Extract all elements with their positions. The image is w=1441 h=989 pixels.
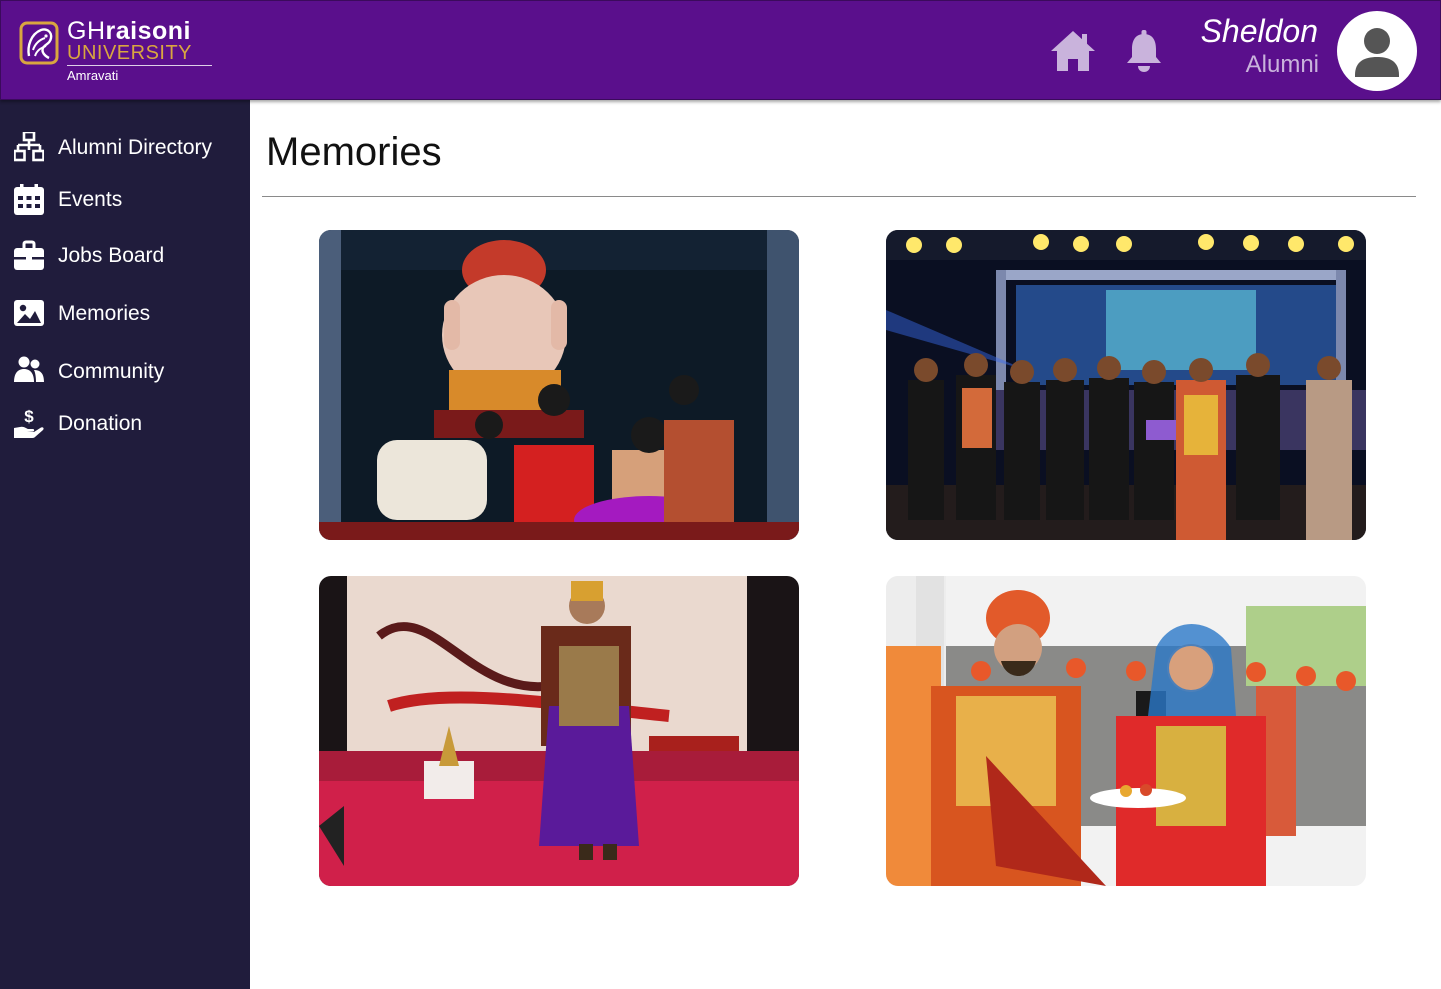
sitemap-icon bbox=[14, 132, 44, 162]
sidebar-item-alumni-directory[interactable]: Alumni Directory bbox=[0, 128, 250, 168]
user-role: Alumni bbox=[1245, 51, 1319, 78]
logo-university-text: UNIVERSITY bbox=[67, 42, 193, 64]
bell-icon[interactable] bbox=[1125, 29, 1163, 73]
image-icon bbox=[14, 300, 44, 326]
sidebar-item-label: Alumni Directory bbox=[58, 136, 213, 159]
title-divider bbox=[262, 196, 1416, 197]
memory-photo-image bbox=[886, 576, 1366, 886]
svg-text:$: $ bbox=[24, 408, 34, 426]
memory-photo-image bbox=[319, 230, 799, 540]
calendar-icon bbox=[14, 184, 44, 215]
memory-photo-image bbox=[319, 576, 799, 886]
sidebar-item-community[interactable]: Community bbox=[0, 352, 250, 392]
person-silhouette-icon bbox=[1355, 28, 1399, 77]
memory-photo[interactable] bbox=[319, 230, 799, 540]
sidebar-item-label: Community bbox=[58, 360, 165, 383]
users-icon bbox=[14, 356, 44, 382]
memory-photo[interactable] bbox=[886, 576, 1366, 886]
hand-holding-dollar-icon: $ bbox=[14, 408, 44, 438]
sidebar-item-jobs-board[interactable]: Jobs Board bbox=[0, 236, 250, 276]
sidebar-item-donation[interactable]: $ Donation bbox=[0, 404, 250, 444]
briefcase-icon bbox=[14, 240, 44, 270]
logo-rule bbox=[67, 65, 212, 66]
sidebar-item-label: Memories bbox=[58, 302, 151, 325]
page-title: Memories bbox=[266, 130, 442, 174]
memory-photo[interactable] bbox=[319, 576, 799, 886]
memory-photo-image bbox=[886, 230, 1366, 540]
sidebar-item-memories[interactable]: Memories bbox=[0, 294, 250, 334]
sidebar-item-events[interactable]: Events bbox=[0, 180, 250, 220]
home-icon[interactable] bbox=[1049, 29, 1097, 73]
sidebar-nav: Alumni Directory Events Jobs Board Memor… bbox=[0, 100, 250, 989]
memory-photo[interactable] bbox=[886, 230, 1366, 540]
logo-campus-text: Amravati bbox=[67, 68, 119, 83]
user-avatar-icon[interactable] bbox=[1337, 11, 1417, 91]
university-logo[interactable]: GHraisoni UNIVERSITY Amravati bbox=[19, 17, 219, 85]
sidebar-item-label: Donation bbox=[58, 412, 143, 435]
top-header: GHraisoni UNIVERSITY Amravati Sheldon Al… bbox=[0, 0, 1441, 100]
lion-emblem-icon bbox=[19, 21, 59, 65]
sidebar-item-label: Jobs Board bbox=[58, 244, 165, 267]
sidebar-item-label: Events bbox=[58, 188, 123, 211]
user-name[interactable]: Sheldon bbox=[1201, 13, 1318, 50]
